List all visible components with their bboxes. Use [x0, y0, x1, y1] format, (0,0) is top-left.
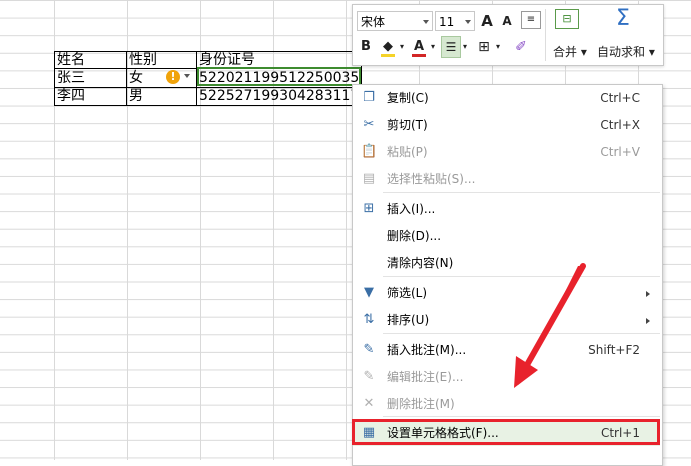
menu-item-shortcut: Shift+F2 — [588, 343, 640, 357]
menu-item[interactable]: ✎ 编辑批注(E)... — [353, 364, 660, 390]
grow-font-button[interactable]: A — [477, 11, 497, 31]
autosum-sigma-icon[interactable]: Σ — [611, 7, 635, 31]
menu-separator — [383, 192, 660, 193]
paste-special-icon: ▤ — [362, 171, 376, 186]
align-center-button[interactable]: ☰ — [441, 36, 461, 58]
bold-button[interactable]: B — [357, 37, 375, 57]
row2-id[interactable]: 522527199304283117 — [197, 87, 361, 105]
menu-separator — [383, 333, 660, 334]
menu-item-label: 排序(U) — [387, 313, 430, 327]
align-dropdown-icon[interactable]: ▾ — [461, 37, 469, 57]
font-color-letter: A — [413, 39, 425, 54]
menu-item-label: 插入(I)... — [387, 202, 436, 216]
font-size-select[interactable]: 11 — [435, 11, 475, 31]
insert-icon: ⊞ — [363, 201, 375, 216]
menu-item-shortcut: Ctrl+C — [600, 91, 640, 105]
autosum-label: 自动求和 — [597, 45, 646, 59]
selected-cell-outline — [197, 67, 361, 86]
menu-item[interactable]: ⊞ 插入(I)... — [353, 196, 660, 222]
header-name[interactable]: 姓名 — [55, 51, 127, 69]
menu-item[interactable]: ▤ 选择性粘贴(S)... — [353, 166, 660, 192]
table-col-divider — [126, 51, 127, 106]
merge-cells-button[interactable]: 合并 ▾ — [553, 43, 587, 60]
fill-color-dropdown-icon[interactable]: ▾ — [398, 37, 406, 57]
menu-item[interactable]: ▼ 筛选(L) — [353, 280, 660, 306]
copy-icon: ❐ — [363, 90, 375, 105]
filter-icon: ▼ — [364, 285, 374, 300]
fill-bucket-icon: ◆ — [383, 39, 393, 54]
autosum-button[interactable]: 自动求和 ▾ — [597, 43, 655, 60]
fill-color-bar — [381, 54, 395, 57]
menu-item-label: 插入批注(M)... — [387, 343, 467, 357]
insert-comment-icon: ✎ — [363, 342, 375, 357]
format-painter-icon[interactable]: ≡ — [521, 11, 541, 29]
cut-icon: ✂ — [363, 117, 375, 132]
menu-item-label: 删除批注(M) — [387, 397, 455, 411]
menu-item[interactable]: 📋 粘贴(P) Ctrl+V — [353, 139, 660, 165]
font-color-bar — [412, 54, 426, 57]
menu-item-label: 选择性粘贴(S)... — [387, 172, 476, 186]
menu-item[interactable]: ⇅ 排序(U) — [353, 307, 660, 333]
menu-item-label: 粘贴(P) — [387, 145, 428, 159]
menu-item[interactable]: ✕ 删除批注(M) — [353, 391, 660, 417]
menu-item-label: 清除内容(N) — [387, 256, 454, 270]
menu-item[interactable]: ✂ 剪切(T) Ctrl+X — [353, 112, 660, 138]
menu-item[interactable]: ✎ 插入批注(M)... Shift+F2 — [353, 337, 660, 363]
chevron-down-icon — [423, 20, 429, 24]
submenu-arrow-icon — [646, 318, 650, 324]
fill-color-button[interactable]: ◆ — [379, 37, 397, 57]
highlight-annotation-box — [352, 419, 660, 445]
submenu-arrow-icon — [646, 291, 650, 297]
warning-dropdown-icon[interactable] — [184, 74, 190, 78]
header-gender[interactable]: 性别 — [127, 51, 197, 69]
error-warning-icon[interactable]: ! — [166, 70, 180, 84]
toolbar-divider — [545, 9, 546, 61]
menu-item[interactable]: 清除内容(N) — [353, 250, 660, 276]
context-menu: ❐ 复制(C) Ctrl+C ✂ 剪切(T) Ctrl+X 📋 粘贴(P) Ctrl+V ▤ 选择性… — [352, 84, 663, 466]
font-color-button[interactable]: A — [410, 37, 428, 57]
borders-dropdown-icon[interactable]: ▾ — [494, 37, 502, 57]
font-color-dropdown-icon[interactable]: ▾ — [429, 37, 437, 57]
clear-format-eraser-icon[interactable]: ✐ — [511, 37, 531, 57]
merge-cells-icon[interactable]: ⊟ — [555, 9, 579, 29]
menu-item[interactable]: 删除(D)... — [353, 223, 660, 249]
menu-item-label: 编辑批注(E)... — [387, 370, 464, 384]
menu-item-label: 剪切(T) — [387, 118, 428, 132]
row1-gender[interactable]: 女 — [127, 69, 167, 87]
edit-comment-icon: ✎ — [363, 369, 375, 384]
menu-item-label: 筛选(L) — [387, 286, 428, 300]
row2-gender[interactable]: 男 — [127, 87, 197, 105]
sort-icon: ⇅ — [363, 312, 375, 327]
shrink-font-button[interactable]: A — [498, 11, 516, 31]
delete-comment-icon: ✕ — [363, 396, 375, 411]
table-row-divider — [54, 87, 362, 88]
merge-label: 合并 — [553, 45, 578, 59]
mini-toolbar: 宋体 11 A A ≡ B ◆ ▾ A ▾ ☰ ▾ ⊞ ▾ ✐ ⊟ 合并 ▾ Σ… — [352, 4, 664, 66]
row2-name[interactable]: 李四 — [55, 87, 127, 105]
paste-icon: 📋 — [361, 144, 378, 159]
menu-separator — [383, 276, 660, 277]
row1-name[interactable]: 张三 — [55, 69, 127, 87]
menu-item[interactable]: ❐ 复制(C) Ctrl+C — [353, 85, 660, 111]
menu-item-shortcut: Ctrl+V — [600, 145, 640, 159]
font-name-value: 宋体 — [361, 15, 386, 29]
chevron-down-icon — [465, 20, 471, 24]
borders-button[interactable]: ⊞ — [475, 37, 493, 57]
font-size-value: 11 — [439, 15, 455, 29]
font-name-select[interactable]: 宋体 — [357, 11, 433, 31]
menu-item-label: 复制(C) — [387, 91, 429, 105]
menu-item-label: 删除(D)... — [387, 229, 442, 243]
menu-item-shortcut: Ctrl+X — [600, 118, 640, 132]
